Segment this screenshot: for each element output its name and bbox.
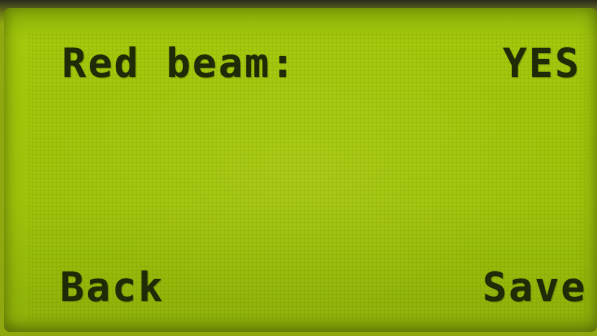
setting-label: Red beam: — [62, 41, 297, 87]
setting-value-toggle[interactable]: YES — [503, 40, 581, 88]
save-softkey[interactable]: Save — [483, 264, 587, 312]
back-softkey[interactable]: Back — [60, 264, 164, 312]
